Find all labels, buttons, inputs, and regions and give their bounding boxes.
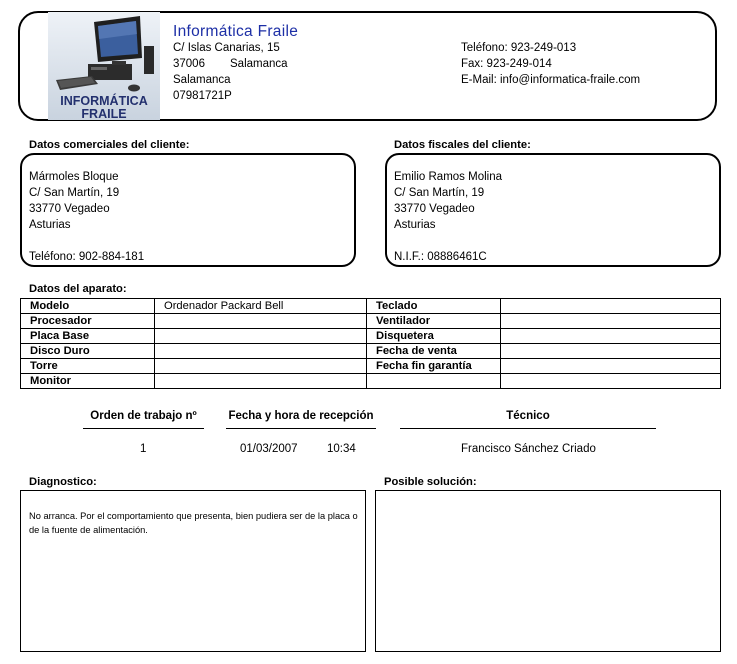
device-value bbox=[154, 358, 367, 374]
solution-box bbox=[375, 490, 721, 652]
diagnosis-title: Diagnostico: bbox=[29, 476, 97, 488]
date-underline bbox=[226, 428, 376, 429]
device-value: Ordenador Packard Bell bbox=[154, 298, 367, 314]
device-value bbox=[154, 373, 367, 389]
device-label bbox=[366, 373, 501, 389]
company-email: E-Mail: info@informatica-fraile.com bbox=[461, 74, 641, 86]
table-row: Procesador Ventilador bbox=[20, 313, 721, 329]
device-label: Placa Base bbox=[20, 328, 155, 344]
solution-title: Posible solución: bbox=[384, 476, 477, 488]
company-address: C/ Islas Canarias, 15 bbox=[173, 42, 280, 54]
company-city: Salamanca bbox=[230, 58, 288, 70]
device-label: Ventilador bbox=[366, 313, 501, 329]
device-value bbox=[154, 313, 367, 329]
device-value bbox=[500, 373, 721, 389]
device-value bbox=[154, 328, 367, 344]
commercial-city: 33770 Vegadeo bbox=[29, 203, 110, 215]
reception-time: 10:34 bbox=[327, 443, 356, 455]
diagnosis-text: No arranca. Por el comportamiento que pr… bbox=[29, 511, 358, 535]
fiscal-province: Asturias bbox=[394, 219, 436, 231]
commercial-phone: Teléfono: 902-884-181 bbox=[29, 251, 145, 263]
device-label: Fecha fin garantía bbox=[366, 358, 501, 374]
device-label: Disco Duro bbox=[20, 343, 155, 359]
fiscal-name: Emilio Ramos Molina bbox=[394, 171, 503, 183]
company-fax: Fax: 923-249-014 bbox=[461, 58, 552, 70]
fiscal-address: C/ San Martín, 19 bbox=[394, 187, 485, 199]
device-label: Teclado bbox=[366, 298, 501, 314]
commercial-title: Datos comerciales del cliente: bbox=[29, 139, 190, 151]
device-value bbox=[500, 313, 721, 329]
commercial-province: Asturias bbox=[29, 219, 71, 231]
technician-label: Técnico bbox=[506, 410, 550, 422]
table-row: Torre Fecha fin garantía bbox=[20, 358, 721, 374]
table-row: Modelo Ordenador Packard Bell Teclado bbox=[20, 298, 721, 314]
device-label: Modelo bbox=[20, 298, 155, 314]
device-value bbox=[154, 343, 367, 359]
table-row: Monitor bbox=[20, 373, 721, 389]
solution-text bbox=[376, 491, 720, 510]
company-cif: 07981721P bbox=[173, 90, 232, 102]
computer-icon: INFORMÁTICA FRAILE bbox=[48, 12, 160, 121]
fiscal-title: Datos fiscales del cliente: bbox=[394, 139, 531, 151]
company-phone: Teléfono: 923-249-013 bbox=[461, 42, 577, 54]
date-label: Fecha y hora de recepción bbox=[228, 410, 374, 422]
device-value bbox=[500, 358, 721, 374]
device-label: Torre bbox=[20, 358, 155, 374]
device-value bbox=[500, 343, 721, 359]
device-value bbox=[500, 298, 721, 314]
table-row: Disco Duro Fecha de venta bbox=[20, 343, 721, 359]
device-table: Modelo Ordenador Packard Bell Teclado Pr… bbox=[20, 298, 721, 389]
device-label: Procesador bbox=[20, 313, 155, 329]
device-value bbox=[500, 328, 721, 344]
commercial-address: C/ San Martín, 19 bbox=[29, 187, 120, 199]
order-label: Orden de trabajo nº bbox=[90, 410, 197, 422]
company-logo: INFORMÁTICA FRAILE bbox=[48, 12, 160, 121]
commercial-name: Mármoles Bloque bbox=[29, 171, 119, 183]
device-title: Datos del aparato: bbox=[29, 283, 127, 295]
table-row: Placa Base Disquetera bbox=[20, 328, 721, 344]
svg-text:FRAILE: FRAILE bbox=[81, 107, 126, 120]
company-name: Informática Fraile bbox=[173, 23, 299, 40]
svg-text:INFORMÁTICA: INFORMÁTICA bbox=[60, 93, 148, 108]
company-postal-code: 37006 bbox=[173, 58, 205, 70]
technician-underline bbox=[400, 428, 656, 429]
device-label: Fecha de venta bbox=[366, 343, 501, 359]
device-label: Disquetera bbox=[366, 328, 501, 344]
company-province: Salamanca bbox=[173, 74, 231, 86]
reception-date: 01/03/2007 bbox=[240, 443, 298, 455]
technician-name: Francisco Sánchez Criado bbox=[461, 443, 596, 455]
fiscal-nif: N.I.F.: 08886461C bbox=[394, 251, 487, 263]
order-underline bbox=[83, 428, 204, 429]
fiscal-city: 33770 Vegadeo bbox=[394, 203, 475, 215]
order-number: 1 bbox=[140, 443, 147, 455]
device-label: Monitor bbox=[20, 373, 155, 389]
